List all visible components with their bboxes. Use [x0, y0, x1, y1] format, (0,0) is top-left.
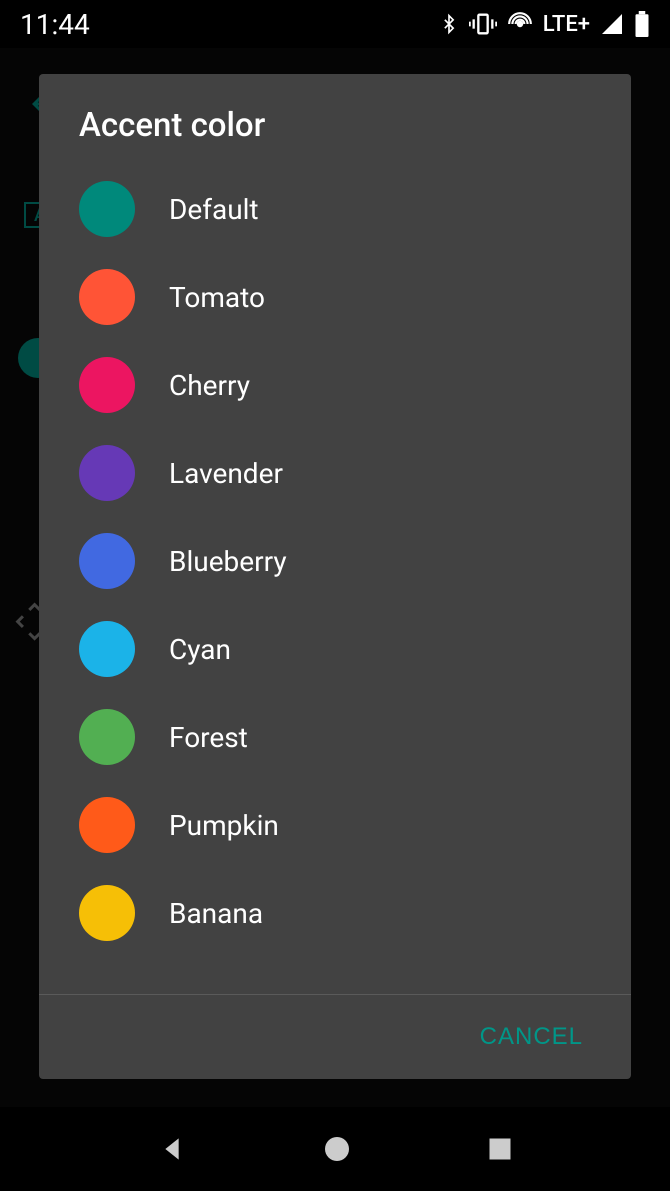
dialog-footer: CANCEL [39, 994, 631, 1079]
color-option-cyan[interactable]: Cyan [39, 605, 631, 693]
color-label: Forest [169, 721, 248, 754]
battery-icon [634, 11, 650, 37]
color-option-tomato[interactable]: Tomato [39, 253, 631, 341]
nav-recent-button[interactable] [486, 1135, 514, 1163]
dialog-overlay: Accent color Default Tomato Cherry Laven… [0, 48, 670, 1107]
color-option-pumpkin[interactable]: Pumpkin [39, 781, 631, 869]
color-label: Blueberry [169, 545, 287, 578]
nav-home-button[interactable] [321, 1133, 353, 1165]
bluetooth-icon [439, 10, 459, 38]
color-swatch [79, 709, 135, 765]
color-swatch [79, 357, 135, 413]
color-option-blueberry[interactable]: Blueberry [39, 517, 631, 605]
status-time: 11:44 [20, 8, 90, 41]
status-icons: LTE+ [439, 10, 650, 38]
cancel-button[interactable]: CANCEL [464, 1015, 599, 1059]
dialog-title: Accent color [39, 74, 631, 165]
color-swatch [79, 797, 135, 853]
status-bar: 11:44 LTE+ [0, 0, 670, 48]
color-swatch [79, 269, 135, 325]
color-option-cherry[interactable]: Cherry [39, 341, 631, 429]
color-list: Default Tomato Cherry Lavender Blueberry… [39, 165, 631, 994]
color-label: Pumpkin [169, 809, 279, 842]
color-label: Default [169, 193, 259, 226]
color-option-banana[interactable]: Banana [39, 869, 631, 957]
color-option-default[interactable]: Default [39, 165, 631, 253]
color-label: Banana [169, 897, 263, 930]
color-swatch [79, 533, 135, 589]
color-swatch [79, 181, 135, 237]
color-swatch [79, 445, 135, 501]
vibrate-icon [469, 10, 497, 38]
color-label: Tomato [169, 281, 265, 314]
color-option-lavender[interactable]: Lavender [39, 429, 631, 517]
hotspot-icon [507, 11, 533, 37]
signal-icon [600, 12, 624, 36]
color-swatch [79, 621, 135, 677]
accent-color-dialog: Accent color Default Tomato Cherry Laven… [39, 74, 631, 1079]
navigation-bar [0, 1107, 670, 1191]
nav-back-button[interactable] [156, 1133, 188, 1165]
network-type: LTE+ [543, 12, 590, 37]
color-label: Lavender [169, 457, 283, 490]
color-label: Cherry [169, 369, 250, 402]
color-swatch [79, 885, 135, 941]
color-option-forest[interactable]: Forest [39, 693, 631, 781]
color-label: Cyan [169, 633, 231, 666]
